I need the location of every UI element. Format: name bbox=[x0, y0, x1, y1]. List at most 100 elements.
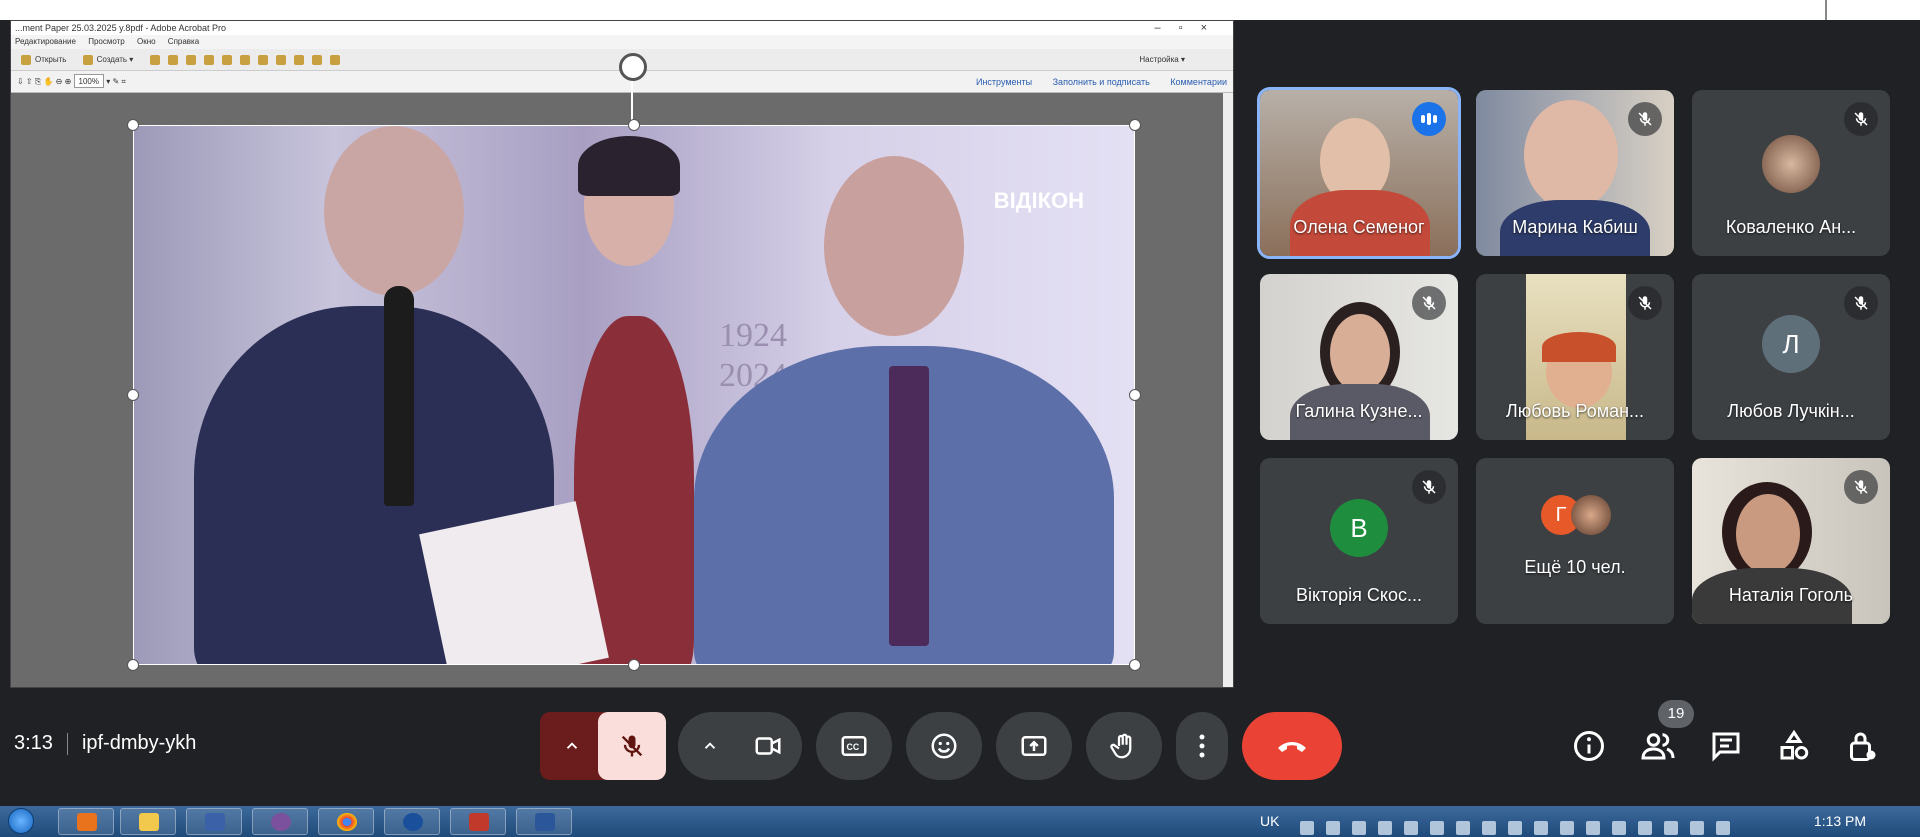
participant-tile[interactable]: Коваленко Ан... bbox=[1692, 90, 1890, 256]
resize-handle[interactable] bbox=[1129, 389, 1141, 401]
participant-tile[interactable]: Любовь Роман... bbox=[1476, 274, 1674, 440]
svg-text:CC: CC bbox=[847, 742, 860, 752]
page-nav-icons[interactable]: ⇩ ⇧ ⎘ ✋ ⊖ ⊕ bbox=[17, 77, 74, 86]
tools-link[interactable]: Инструменты bbox=[976, 77, 1032, 87]
shapes-icon bbox=[1780, 729, 1809, 760]
settings-dropdown[interactable]: Настройка ▾ bbox=[1139, 49, 1185, 71]
participant-tile[interactable]: Олена Семеног bbox=[1257, 87, 1461, 259]
raise-hand-button[interactable] bbox=[1086, 712, 1162, 780]
taskbar-save[interactable] bbox=[186, 808, 242, 835]
zoom-dropdown-icon[interactable]: ▾ ✎ ⌗ bbox=[106, 77, 126, 86]
participant-tile[interactable]: В Вікторія Скос... bbox=[1260, 458, 1458, 624]
window-controls[interactable]: –▫× bbox=[1155, 21, 1225, 35]
menu-item-help[interactable]: Справка bbox=[168, 37, 199, 46]
participant-tile[interactable]: Наталія Гоголь bbox=[1692, 458, 1890, 624]
participant-name: Коваленко Ан... bbox=[1725, 217, 1857, 237]
open-label: Открыть bbox=[35, 55, 67, 64]
chat-button[interactable] bbox=[1708, 728, 1744, 764]
hand-icon bbox=[1110, 733, 1132, 759]
toolbar-icons[interactable] bbox=[146, 49, 344, 71]
rotate-handle-icon[interactable] bbox=[619, 53, 647, 81]
taskbar-chrome[interactable] bbox=[318, 808, 374, 835]
mic-off-icon bbox=[621, 735, 643, 757]
taskbar-word[interactable] bbox=[516, 808, 572, 835]
start-button-icon[interactable] bbox=[8, 808, 34, 834]
participant-face bbox=[1736, 494, 1800, 574]
participant-tile[interactable]: Л Любов Лучкін... bbox=[1692, 274, 1890, 440]
camera-icon bbox=[755, 737, 781, 755]
camera-button[interactable] bbox=[678, 712, 802, 780]
taskbar-viber[interactable] bbox=[252, 808, 308, 835]
leave-call-button[interactable] bbox=[1242, 712, 1342, 780]
participant-avatar: Л bbox=[1762, 315, 1820, 373]
vertical-scrollbar[interactable] bbox=[1223, 93, 1233, 687]
comments-link[interactable]: Комментарии bbox=[1170, 77, 1227, 87]
captions-icon: CC bbox=[841, 736, 867, 756]
participant-name: Наталія Гоголь bbox=[1728, 585, 1854, 605]
participant-name: Вікторія Скос... bbox=[1296, 585, 1422, 605]
participant-avatar-photo bbox=[1571, 495, 1611, 535]
microphone-toggle-button[interactable] bbox=[598, 712, 666, 780]
zoom-field[interactable]: 100% bbox=[73, 74, 104, 88]
lock-person-icon bbox=[1850, 732, 1876, 761]
menu-item-view[interactable]: Просмотр bbox=[88, 37, 125, 46]
participant-name: Марина Кабиш bbox=[1512, 217, 1638, 237]
participant-face bbox=[1330, 314, 1390, 392]
participant-avatar: В bbox=[1330, 499, 1388, 557]
resize-handle[interactable] bbox=[127, 659, 139, 671]
divider bbox=[66, 732, 68, 755]
create-icon bbox=[82, 54, 93, 65]
open-button[interactable]: Открыть bbox=[17, 49, 66, 71]
mic-off-icon bbox=[1844, 470, 1878, 504]
taskbar-media-player[interactable] bbox=[58, 808, 114, 835]
host-controls-button[interactable] bbox=[1844, 728, 1880, 764]
mic-off-icon bbox=[1844, 102, 1878, 136]
taskbar-app-tools[interactable] bbox=[450, 808, 506, 835]
participant-name: Любовь Роман... bbox=[1505, 401, 1645, 421]
people-icon bbox=[1641, 733, 1675, 760]
folder-icon bbox=[21, 54, 31, 65]
meeting-details-button[interactable] bbox=[1571, 728, 1607, 764]
activities-button[interactable] bbox=[1776, 728, 1812, 764]
resize-handle[interactable] bbox=[127, 119, 139, 131]
event-photo[interactable]: 1924 2024 ВІДІКОН bbox=[133, 125, 1135, 665]
resize-handle[interactable] bbox=[127, 389, 139, 401]
resize-handle[interactable] bbox=[628, 659, 640, 671]
more-participants-tile[interactable]: Г Ещё 10 чел. bbox=[1476, 458, 1674, 624]
participant-tile[interactable]: Марина Кабиш bbox=[1476, 90, 1674, 256]
create-label: Создать bbox=[96, 55, 128, 64]
taskbar-explorer[interactable] bbox=[120, 808, 176, 835]
woman-center-hair bbox=[578, 136, 680, 196]
chevron-up-icon bbox=[566, 742, 578, 749]
taskbar-app-c[interactable] bbox=[384, 808, 440, 835]
create-button[interactable]: Создать ▾ bbox=[79, 49, 133, 71]
menu-item-window[interactable]: Окно bbox=[137, 37, 156, 46]
participant-avatar bbox=[1762, 135, 1820, 193]
fill-sign-link[interactable]: Заполнить и подписать bbox=[1053, 77, 1150, 87]
menu-item-edit[interactable]: Редактирование bbox=[15, 37, 76, 46]
participant-name: Галина Кузне... bbox=[1295, 401, 1423, 421]
more-options-button[interactable] bbox=[1176, 712, 1228, 780]
present-screen-button[interactable] bbox=[996, 712, 1072, 780]
reactions-button[interactable] bbox=[906, 712, 982, 780]
resize-handle[interactable] bbox=[628, 119, 640, 131]
people-count-badge: 19 bbox=[1658, 700, 1694, 728]
clock[interactable]: 1:13 PM bbox=[1800, 806, 1880, 837]
emoji-icon bbox=[931, 733, 957, 759]
tray-icons[interactable] bbox=[1300, 815, 1770, 835]
mic-off-icon bbox=[1628, 102, 1662, 136]
language-indicator[interactable]: UK bbox=[1260, 806, 1279, 837]
participant-tile[interactable]: Галина Кузне... bbox=[1260, 274, 1458, 440]
mic-off-icon bbox=[1628, 286, 1662, 320]
windows-taskbar: UK 1:13 PM bbox=[0, 806, 1920, 837]
resize-handle[interactable] bbox=[1129, 119, 1141, 131]
participant-face bbox=[1524, 100, 1618, 210]
captions-button[interactable]: CC bbox=[816, 712, 892, 780]
man-left-head bbox=[324, 126, 464, 296]
screen: ...ment Paper 25.03.2025 y.8pdf - Adobe … bbox=[0, 0, 1920, 837]
people-button[interactable] bbox=[1640, 728, 1676, 764]
meeting-info: 3:13 ipf-dmby-ykh bbox=[14, 732, 196, 755]
resize-handle[interactable] bbox=[1129, 659, 1141, 671]
shared-screen: ...ment Paper 25.03.2025 y.8pdf - Adobe … bbox=[10, 20, 1234, 688]
settings-label: Настройка bbox=[1139, 55, 1179, 64]
